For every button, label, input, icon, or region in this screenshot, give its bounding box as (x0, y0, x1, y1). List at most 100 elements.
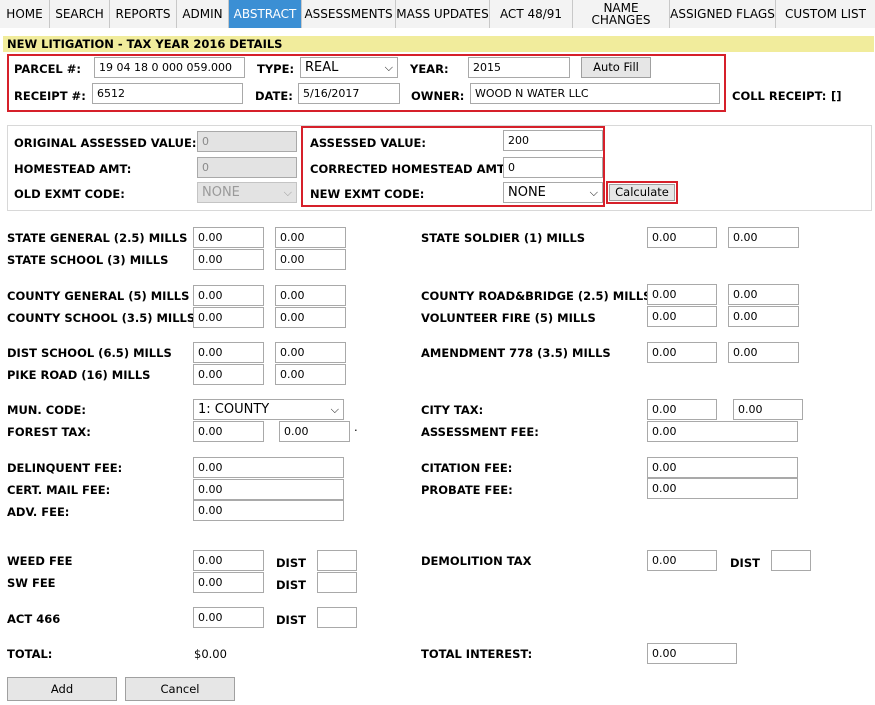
add-button[interactable]: Add (7, 677, 117, 701)
city-tax-label: CITY TAX: (421, 403, 484, 417)
tab-search[interactable]: SEARCH (50, 0, 110, 28)
mill-label: COUNTY ROAD&BRIDGE (2.5) MILLS (421, 289, 652, 303)
mill-field[interactable]: 0.00 (647, 342, 717, 363)
mun-code-select[interactable]: 1: COUNTY ⌵ (193, 399, 344, 420)
delinquent-fee-field[interactable]: 0.00 (193, 457, 344, 478)
parcel-number-field[interactable]: 19 04 18 0 000 059.000 (94, 57, 245, 78)
assessed-value-field[interactable]: 200 (503, 130, 603, 151)
mill-field[interactable]: 0.00 (193, 249, 264, 270)
tab-admin[interactable]: ADMIN (177, 0, 229, 28)
year-field[interactable]: 2015 (468, 57, 570, 78)
mill-field[interactable]: 0.00 (275, 307, 346, 328)
homestead-label: HOMESTEAD AMT: (14, 162, 132, 176)
act-466-dist-field[interactable] (317, 607, 357, 628)
mill-field[interactable]: 0.00 (193, 342, 264, 363)
forest-tax-label: FOREST TAX: (7, 425, 91, 439)
tab-name-changes[interactable]: NAME CHANGES (573, 0, 670, 28)
assessment-fee-label: ASSESSMENT FEE: (421, 425, 539, 439)
top-nav: HOME SEARCH REPORTS ADMIN ABSTRACT ASSES… (0, 0, 875, 28)
old-exmt-select: NONE ⌵ (197, 182, 297, 203)
weed-fee-field[interactable]: 0.00 (193, 550, 264, 571)
mill-field[interactable]: 0.00 (728, 284, 799, 305)
weed-dist-field[interactable] (317, 550, 357, 571)
probate-fee-field[interactable]: 0.00 (647, 478, 798, 499)
demolition-dist-field[interactable] (771, 550, 811, 571)
city-tax-field[interactable]: 0.00 (733, 399, 803, 420)
mill-field[interactable]: 0.00 (193, 364, 264, 385)
cancel-button[interactable]: Cancel (125, 677, 235, 701)
tab-mass-updates[interactable]: MASS UPDATES (396, 0, 490, 28)
owner-label: OWNER: (411, 89, 465, 103)
mill-field[interactable]: 0.00 (275, 249, 346, 270)
dist-label: DIST (276, 613, 306, 627)
calculate-button[interactable]: Calculate (609, 184, 675, 201)
section-title: NEW LITIGATION - TAX YEAR 2016 DETAILS (3, 36, 874, 52)
act-466-field[interactable]: 0.00 (193, 607, 264, 628)
mill-field[interactable]: 0.00 (193, 227, 264, 248)
dist-label: DIST (730, 556, 760, 570)
tab-act-48-91[interactable]: ACT 48/91 (490, 0, 573, 28)
total-label: TOTAL: (7, 647, 53, 661)
dist-label: DIST (276, 578, 306, 592)
owner-field[interactable]: WOOD N WATER LLC (470, 83, 720, 104)
type-label: TYPE: (257, 62, 295, 76)
date-label: DATE: (255, 89, 293, 103)
mill-field[interactable]: 0.00 (647, 227, 717, 248)
mill-field[interactable]: 0.00 (728, 306, 799, 327)
mill-field[interactable]: 0.00 (275, 227, 346, 248)
year-label: YEAR: (410, 62, 449, 76)
receipt-number-field[interactable]: 6512 (92, 83, 243, 104)
forest-tax-field[interactable]: 0.00 (193, 421, 264, 442)
demolition-tax-field[interactable]: 0.00 (647, 550, 717, 571)
dist-label: DIST (276, 556, 306, 570)
tab-custom-list[interactable]: CUSTOM LIST (776, 0, 875, 28)
mun-code-select-value: 1: COUNTY (198, 402, 270, 417)
mill-label: COUNTY SCHOOL (3.5) MILLS (7, 311, 196, 325)
old-exmt-select-value: NONE (202, 185, 240, 200)
new-exmt-select[interactable]: NONE ⌵ (503, 182, 603, 203)
city-tax-field[interactable]: 0.00 (647, 399, 717, 420)
type-select[interactable]: REAL ⌵ (300, 57, 398, 78)
tab-reports[interactable]: REPORTS (110, 0, 177, 28)
total-interest-field[interactable]: 0.00 (647, 643, 737, 664)
parcel-label: PARCEL #: (14, 62, 81, 76)
tab-assessments[interactable]: ASSESSMENTS (302, 0, 396, 28)
mill-label: DIST SCHOOL (6.5) MILLS (7, 346, 172, 360)
adv-fee-field[interactable]: 0.00 (193, 500, 344, 521)
mill-label: COUNTY GENERAL (5) MILLS (7, 289, 190, 303)
assessment-fee-field[interactable]: 0.00 (647, 421, 798, 442)
mill-label: STATE SOLDIER (1) MILLS (421, 231, 586, 245)
total-value: $0.00 (194, 647, 227, 661)
tab-home[interactable]: HOME (0, 0, 50, 28)
chevron-down-icon: ⌵ (330, 403, 339, 416)
probate-fee-label: PROBATE FEE: (421, 483, 513, 497)
mill-field[interactable]: 0.00 (193, 307, 264, 328)
demolition-tax-label: DEMOLITION TAX (421, 554, 532, 568)
mill-label: VOLUNTEER FIRE (5) MILLS (421, 311, 596, 325)
mill-field[interactable]: 0.00 (275, 364, 346, 385)
receipt-label: RECEIPT #: (14, 89, 86, 103)
mill-field[interactable]: 0.00 (647, 306, 717, 327)
assessed-value-label: ASSESSED VALUE: (310, 136, 426, 150)
citation-fee-field[interactable]: 0.00 (647, 457, 798, 478)
corrected-homestead-field[interactable]: 0 (503, 157, 603, 178)
sw-fee-field[interactable]: 0.00 (193, 572, 264, 593)
mill-field[interactable]: 0.00 (728, 227, 799, 248)
mill-field[interactable]: 0.00 (647, 284, 717, 305)
tab-assigned-flags[interactable]: ASSIGNED FLAGS (670, 0, 776, 28)
homestead-field: 0 (197, 157, 297, 178)
cert-mail-fee-field[interactable]: 0.00 (193, 479, 344, 500)
forest-tax-field[interactable]: 0.00 (279, 421, 350, 442)
coll-receipt-label: COLL RECEIPT: (732, 89, 827, 103)
date-field[interactable]: 5/16/2017 (298, 83, 400, 104)
weed-fee-label: WEED FEE (7, 554, 73, 568)
mill-field[interactable]: 0.00 (193, 285, 264, 306)
mill-field[interactable]: 0.00 (728, 342, 799, 363)
mill-field[interactable]: 0.00 (275, 342, 346, 363)
tab-abstract[interactable]: ABSTRACT (229, 0, 302, 28)
mill-field[interactable]: 0.00 (275, 285, 346, 306)
mill-label: PIKE ROAD (16) MILLS (7, 368, 151, 382)
sw-dist-field[interactable] (317, 572, 357, 593)
auto-fill-button[interactable]: Auto Fill (581, 57, 651, 78)
total-interest-label: TOTAL INTEREST: (421, 647, 533, 661)
